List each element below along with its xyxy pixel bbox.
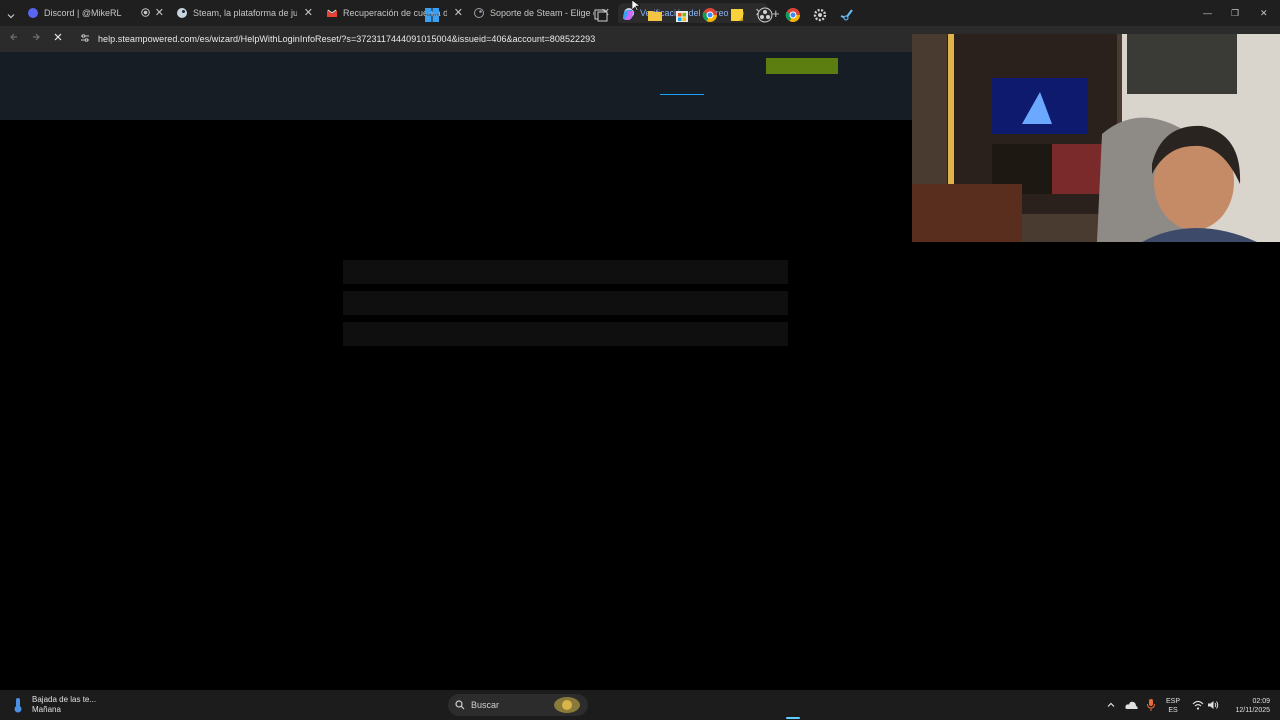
search-placeholder: Buscar (471, 700, 500, 710)
tab-email-verification[interactable]: Verificación del correo electrón ✕ (618, 3, 768, 23)
onedrive-icon[interactable] (1125, 699, 1138, 711)
minimize-icon: — (1203, 8, 1212, 18)
arrow-right-icon (33, 33, 40, 41)
gmail-icon (327, 8, 337, 18)
search-highlight-icon (554, 697, 580, 713)
steam-taskbar-icon[interactable] (839, 7, 855, 23)
address-bar[interactable]: help.steampowered.com/es/wizard/HelpWith… (98, 34, 595, 44)
close-window-button[interactable]: ✕ (1260, 3, 1268, 23)
plus-icon: + (772, 5, 780, 21)
clock-date: 12/11/2025 (1235, 707, 1270, 714)
discord-icon (28, 8, 38, 18)
copilot-icon[interactable] (620, 7, 636, 23)
windows-start-icon[interactable] (424, 7, 440, 23)
recording-icon (141, 8, 150, 19)
forward-button[interactable] (31, 32, 41, 45)
new-tab-button[interactable]: + (772, 3, 780, 23)
tab-search-button[interactable] (6, 6, 16, 26)
search-icon (455, 700, 465, 710)
maximize-button[interactable]: ❐ (1231, 3, 1239, 23)
tab-discord[interactable]: Discord | @MikeRL ✕ (28, 3, 168, 23)
sticky-notes-icon[interactable] (729, 7, 745, 23)
obs-icon[interactable] (757, 7, 773, 23)
settings-icon[interactable] (812, 7, 828, 23)
language-indicator[interactable]: ESP ES (1166, 697, 1180, 715)
close-tab-icon[interactable]: ✕ (155, 6, 164, 19)
webcam-image (912, 34, 1280, 242)
loading-placeholder (343, 291, 788, 315)
close-tab-icon[interactable]: ✕ (304, 6, 313, 19)
tab-title: Steam, la plataforma de juegos (193, 8, 297, 18)
steam-icon (474, 8, 484, 18)
install-steam-button[interactable] (766, 58, 838, 74)
close-icon: ✕ (1260, 7, 1268, 18)
clock-time: 02:09 (1252, 698, 1270, 705)
volume-icon[interactable] (1207, 700, 1219, 710)
weather-text: Bajada de las te... (32, 695, 97, 704)
chrome-icon[interactable] (702, 7, 718, 23)
minimize-button[interactable]: — (1203, 3, 1212, 23)
back-button[interactable] (9, 32, 19, 45)
tab-title: Discord | @MikeRL (44, 8, 122, 18)
arrow-left-icon (10, 33, 17, 41)
loading-placeholder (343, 260, 788, 284)
site-settings-icon[interactable] (80, 33, 90, 43)
keyboard-layout: ES (1168, 707, 1178, 714)
steam-icon (177, 8, 187, 18)
active-app-indicator (786, 717, 800, 719)
tab-strip: Discord | @MikeRL ✕ Steam, la plataforma… (0, 0, 1280, 26)
microphone-icon[interactable] (1146, 698, 1156, 712)
chrome-active-icon[interactable] (785, 7, 801, 23)
nav-active-underline (660, 94, 704, 95)
chevron-up-icon[interactable] (1106, 700, 1116, 710)
file-explorer-icon[interactable] (647, 7, 663, 23)
microsoft-store-icon[interactable] (674, 7, 690, 23)
thermometer-icon (14, 698, 22, 713)
chevron-down-icon (7, 14, 15, 19)
tab-gmail[interactable]: Recuperación de cuenta de Ste ✕ (327, 3, 467, 23)
close-icon (54, 33, 62, 41)
webcam-overlay (912, 34, 1280, 242)
weather-subtext: Mañana (32, 705, 61, 714)
tab-title: Soporte de Steam - Elige qué (490, 8, 594, 18)
loading-placeholder (343, 322, 788, 346)
maximize-icon: ❐ (1231, 7, 1240, 18)
task-view-icon[interactable] (593, 7, 609, 23)
language-code: ESP (1166, 698, 1181, 705)
wifi-icon[interactable] (1192, 700, 1204, 710)
tab-steam-store[interactable]: Steam, la plataforma de juegos ✕ (177, 3, 317, 23)
close-tab-icon[interactable]: ✕ (454, 6, 463, 19)
taskbar (0, 690, 1280, 720)
clock[interactable]: 02:09 12/11/2025 (1226, 697, 1270, 715)
stop-loading-button[interactable] (53, 32, 63, 45)
